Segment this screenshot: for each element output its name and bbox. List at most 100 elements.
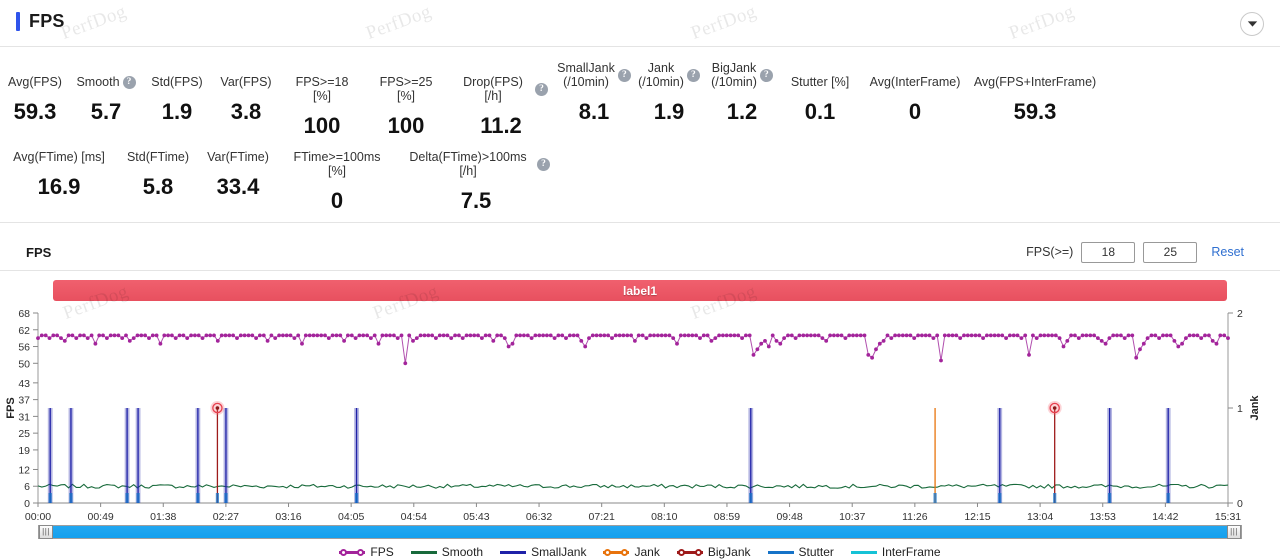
legend-item-smalljank[interactable]: SmallJank: [500, 545, 586, 559]
legend-item-smooth[interactable]: Smooth: [410, 545, 484, 559]
x-tick-label: 04:54: [401, 511, 427, 522]
help-icon[interactable]: ?: [122, 75, 136, 89]
stat-value: 100: [303, 113, 341, 138]
help-icon[interactable]: ?: [537, 157, 550, 171]
jank-spike[interactable]: [210, 401, 225, 503]
x-tick-label: 06:32: [526, 511, 552, 522]
stat-label: Avg(FPS+InterFrame): [974, 75, 1096, 89]
series-smooth: [37, 483, 1229, 489]
stat-cell: Avg(InterFrame) 0: [860, 61, 970, 124]
jank-spike[interactable]: [1165, 408, 1171, 503]
stat-value: 3.8: [230, 99, 262, 124]
stat-label: Delta(FTime)>100ms [/h]?: [402, 150, 550, 178]
page-title-group: FPS: [16, 11, 65, 32]
x-tick-label: 08:10: [651, 511, 677, 522]
fps-threshold-input-1[interactable]: [1081, 241, 1136, 263]
stat-value: 1.2: [726, 99, 758, 124]
legend-label: BigJank: [707, 545, 751, 559]
stat-label: Drop(FPS) [/h]?: [454, 75, 548, 103]
stat-cell: Avg(FPS) 59.3: [0, 61, 70, 124]
stat-label-text: BigJank (/10min): [711, 61, 757, 89]
legend-item-interframe[interactable]: InterFrame: [850, 545, 941, 559]
y-tick-label: 68: [18, 308, 30, 320]
timeline-scrollbar[interactable]: ||| |||: [38, 525, 1242, 539]
stats-divider: [0, 222, 1280, 223]
help-icon[interactable]: ?: [759, 68, 773, 82]
stat-cell: Avg(FTime) [ms] 16.9: [0, 150, 118, 199]
fps-plot-canvas[interactable]: 0612192531374350566268FPS012Jank00:00 00:…: [0, 307, 1280, 522]
scrollbar-right-handle[interactable]: |||: [1227, 525, 1241, 539]
scrollbar-left-handle[interactable]: |||: [39, 525, 53, 539]
jank-spike[interactable]: [135, 408, 141, 503]
legend-item-stutter[interactable]: Stutter: [767, 545, 834, 559]
fps-plot[interactable]: 0 6 12 19 25 31 37 43 50 56 62 68 FPS 0 1 2 Jank 00:00 00:…: [0, 307, 1280, 522]
legend-item-bigjank[interactable]: BigJank: [676, 545, 751, 559]
stutter-blip: [69, 493, 73, 503]
stat-label: Jank (/10min)?: [638, 61, 700, 89]
reset-thresholds-link[interactable]: Reset: [1211, 245, 1244, 259]
jank-spike[interactable]: [997, 408, 1003, 503]
fps-chart-section: FPS FPS(>=) Reset label1 061219253137435…: [0, 229, 1280, 559]
stat-cell: Var(FPS) 3.8: [212, 61, 280, 124]
jank-spike[interactable]: [195, 408, 201, 503]
legend-item-fps[interactable]: FPS: [339, 545, 394, 559]
stutter-blip: [998, 493, 1002, 503]
stat-cell: BigJank (/10min)? 1.2: [704, 61, 780, 124]
stutter-blip: [215, 493, 220, 503]
x-tick-label: 07:21: [589, 511, 615, 522]
stat-label-text: Jank (/10min): [638, 61, 684, 89]
stutter-blip: [1108, 493, 1112, 503]
jank-spike[interactable]: [68, 408, 74, 503]
stat-cell: Avg(FPS+InterFrame) 59.3: [970, 61, 1100, 124]
threshold-controls: FPS(>=) Reset: [1026, 241, 1244, 263]
help-icon[interactable]: ?: [617, 68, 631, 82]
help-icon[interactable]: ?: [686, 68, 700, 82]
jank-spike[interactable]: [933, 408, 937, 503]
x-tick-label: 14:42: [1152, 511, 1178, 522]
jank-spike[interactable]: [748, 408, 754, 503]
jank-spike[interactable]: [223, 408, 229, 503]
y-tick-label: 56: [18, 342, 30, 354]
legend-label: Stutter: [798, 545, 834, 559]
jank-spike[interactable]: [354, 408, 359, 503]
stutter-blip: [1166, 493, 1170, 503]
stat-label-text: Std(FTime): [126, 150, 190, 164]
x-tick-label: 10:37: [839, 511, 865, 522]
jank-spike[interactable]: [47, 408, 53, 503]
collapse-toggle-button[interactable]: [1240, 12, 1264, 36]
y2-tick-label: 1: [1237, 403, 1243, 415]
stat-cell: FPS>=25 [%] 100: [364, 61, 448, 138]
x-tick-label: 08:59: [714, 511, 740, 522]
legend-item-jank[interactable]: Jank: [603, 545, 660, 559]
legend-label: Smooth: [441, 545, 484, 559]
y-tick-label: 19: [18, 445, 30, 457]
help-icon[interactable]: ?: [535, 82, 548, 96]
y-tick-label: 50: [18, 358, 30, 370]
legend-label: InterFrame: [881, 545, 941, 559]
legend-label: SmallJank: [531, 545, 587, 559]
fps-threshold-input-2[interactable]: [1143, 241, 1198, 263]
stat-label-text: Delta(FTime)>100ms [/h]: [409, 150, 527, 178]
jank-spike[interactable]: [124, 408, 130, 503]
x-tick-label: 04:05: [338, 511, 364, 522]
y-tick-label: 12: [18, 464, 30, 476]
jank-spike[interactable]: [1107, 408, 1113, 503]
stutter-blip: [749, 493, 753, 503]
timeline-label-segment[interactable]: label1: [53, 280, 1227, 301]
stat-cell: Delta(FTime)>100ms [/h]? 7.5: [396, 150, 556, 213]
y-tick-label: 43: [18, 378, 30, 390]
jank-spike[interactable]: [1047, 401, 1062, 503]
stat-label-text: Avg(FPS+InterFrame): [973, 75, 1097, 89]
stat-value: 1.9: [161, 99, 193, 124]
y2-tick-label: 0: [1237, 498, 1243, 510]
stat-label-text: Avg(FPS): [8, 75, 62, 89]
highlight-dot: [1052, 406, 1057, 410]
x-tick-label: 03:16: [275, 511, 301, 522]
stat-value: 0: [330, 188, 344, 213]
stat-label: Stutter [%]: [791, 75, 849, 89]
stat-label-text: Var(FTime): [207, 150, 269, 164]
stat-label: Std(FTime): [127, 150, 189, 164]
stat-cell: Std(FTime) 5.8: [118, 150, 198, 199]
timeline-scrollbar-area: ||| |||: [0, 525, 1280, 539]
chart-toolbar: FPS FPS(>=) Reset: [0, 239, 1280, 265]
